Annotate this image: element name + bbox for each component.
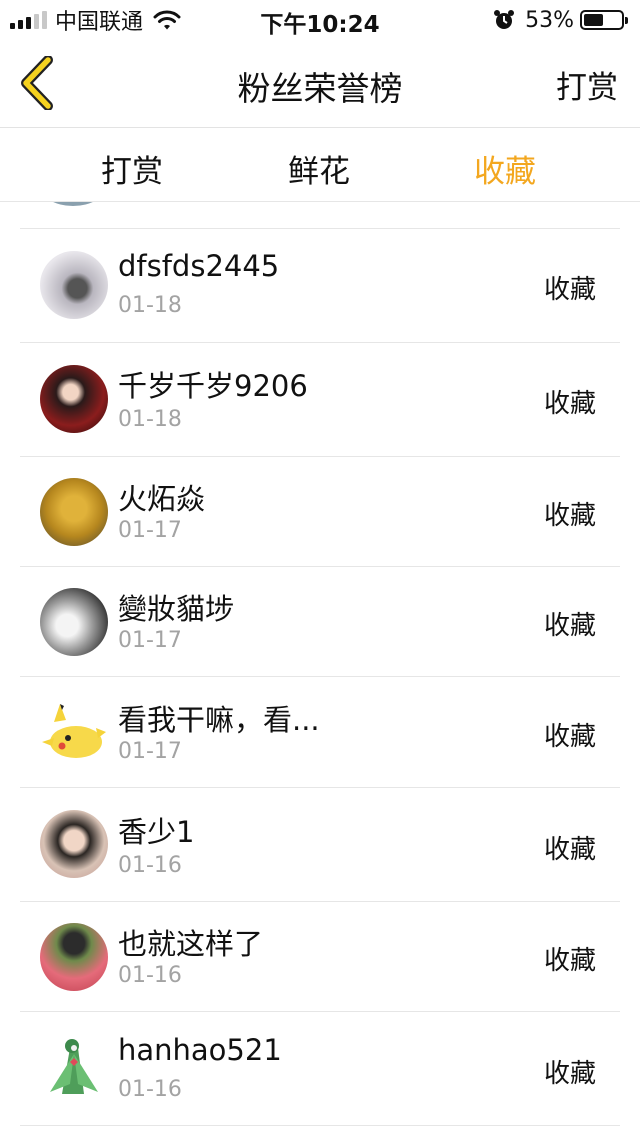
- date-label: 01-17: [118, 739, 182, 764]
- user-name: 千岁千岁9206: [118, 369, 308, 403]
- favorite-tag: 收藏: [543, 835, 596, 865]
- tab-bar: 打赏 鲜花 收藏: [0, 128, 640, 202]
- status-bar: 中国联通 下午10:24 53%: [0, 0, 640, 40]
- avatar: [40, 588, 108, 656]
- avatar: [40, 478, 108, 546]
- favorite-tag: 收藏: [543, 275, 596, 305]
- favorite-tag: 收藏: [543, 946, 596, 976]
- reward-button[interactable]: 打赏: [556, 62, 618, 107]
- user-name: 也就这样了: [118, 927, 264, 961]
- list-item[interactable]: 千岁千岁9206 01-18 收藏: [20, 343, 620, 456]
- date-label: 01-17: [118, 628, 182, 653]
- battery-icon: [580, 10, 628, 30]
- pikachu-icon: [42, 704, 106, 758]
- avatar: [40, 923, 108, 991]
- list-item[interactable]: 火炻焱 01-17 收藏: [20, 457, 620, 566]
- user-name: 火炻焱: [118, 482, 206, 516]
- date-label: 01-16: [118, 1077, 182, 1102]
- list-item[interactable]: 變妝貓埗 01-17 收藏: [20, 567, 620, 676]
- avatar: [40, 810, 108, 878]
- fan-list: dfsfds2445 01-18 收藏 千岁千岁9206 01-18 收藏 火炻…: [20, 202, 620, 1136]
- date-label: 01-17: [118, 518, 182, 543]
- avatar: [40, 251, 108, 319]
- tab-favorites[interactable]: 收藏: [445, 146, 565, 191]
- list-item[interactable]: 也就这样了 01-16 收藏: [20, 902, 620, 1011]
- list-item[interactable]: dfsfds2445 01-18 收藏: [20, 229, 620, 342]
- navigation-bar: 粉丝荣誉榜 打赏: [0, 40, 640, 128]
- list-item[interactable]: 香少1 01-16 收藏: [20, 788, 620, 901]
- page-title: 粉丝荣誉榜: [237, 69, 403, 108]
- date-label: 01-16: [118, 853, 182, 878]
- list-item[interactable]: 看我干嘛，看... 01-17 收藏: [20, 677, 620, 787]
- user-name: 看我干嘛，看...: [118, 703, 320, 737]
- status-right: 53%: [493, 6, 628, 34]
- favorite-tag: 收藏: [543, 722, 596, 752]
- avatar: [40, 202, 106, 206]
- avatar: [40, 1034, 108, 1102]
- battery-percent: 53%: [525, 7, 574, 33]
- user-name: 變妝貓埗: [118, 592, 235, 626]
- user-name: hanhao521: [118, 1033, 282, 1067]
- alarm-icon: [494, 10, 515, 29]
- avatar: [40, 365, 108, 433]
- avatar: [40, 698, 108, 766]
- user-name: 香少1: [118, 815, 195, 849]
- tab-reward[interactable]: 打赏: [72, 146, 192, 191]
- date-label: 01-16: [118, 963, 182, 988]
- favorite-tag: 收藏: [543, 611, 596, 641]
- user-name: dfsfds2445: [118, 249, 280, 283]
- date-label: 01-18: [118, 293, 182, 318]
- divider: [20, 1125, 620, 1126]
- gardevoir-icon: [50, 1039, 98, 1094]
- list-item[interactable]: hanhao521 01-16 收藏: [20, 1012, 620, 1125]
- date-label: 01-18: [118, 407, 182, 432]
- tab-flowers[interactable]: 鲜花: [259, 146, 379, 191]
- favorite-tag: 收藏: [543, 389, 596, 419]
- favorite-tag: 收藏: [543, 1059, 596, 1089]
- favorite-tag: 收藏: [543, 501, 596, 531]
